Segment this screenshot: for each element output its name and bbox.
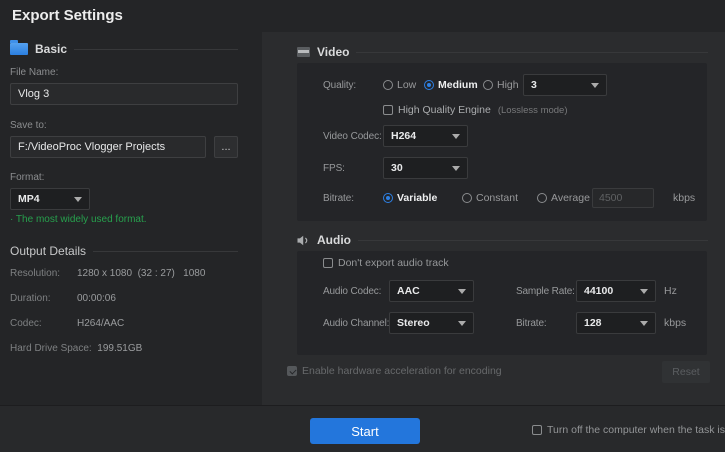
quality-radio-low[interactable]: Low [383,79,416,91]
video-group-box: Quality: Low Medium High 3 [297,63,707,221]
audio-bitrate-label: Bitrate: [516,318,576,329]
settings-panel: Video Quality: Low Medium High [262,32,725,405]
detail-row-resolution: Resolution: 1280 x 1080 (32 : 27) 1080 [10,268,238,279]
chevron-down-icon [458,289,466,294]
audio-channel-row: Audio Channel: Stereo Bitrate: 128 kbps [323,312,699,334]
fps-label: FPS: [323,163,383,174]
radio-icon [483,80,493,90]
checkbox-checked-icon [287,366,297,376]
chevron-down-icon [640,321,648,326]
chevron-down-icon [74,197,82,202]
bitrate-label: Bitrate: [323,193,383,204]
hw-accel-checkbox[interactable]: Enable hardware acceleration for encodin… [287,365,502,377]
chevron-down-icon [458,321,466,326]
quality-level-select[interactable]: 3 [523,74,607,96]
detail-row-hard-drive-space: Hard Drive Space: 199.51GB [10,343,238,354]
audio-section-title: Audio [317,233,351,247]
page-title: Export Settings [12,7,123,24]
radio-icon [424,80,434,90]
audio-channel-label: Audio Channel: [323,318,389,329]
audio-channel-select[interactable]: Stereo [389,312,474,334]
fps-select[interactable]: 30 [383,157,468,179]
save-to-row: ... [10,136,238,158]
detail-row-duration: Duration: 00:00:06 [10,293,238,304]
export-settings-dialog: Export Settings Basic File Name: Save to… [0,0,725,452]
section-divider [358,240,708,241]
audio-codec-row: Audio Codec: AAC Sample Rate: 44100 Hz [323,280,699,302]
speaker-icon [297,235,310,246]
section-divider [74,49,238,50]
format-hint: · The most widely used format. [10,214,238,225]
save-to-label: Save to: [10,120,238,131]
audio-bitrate-unit: kbps [664,317,686,329]
sample-rate-select[interactable]: 44100 [576,280,656,302]
video-icon [297,47,310,57]
video-codec-row: Video Codec: H264 [323,125,699,147]
radio-icon [537,193,547,203]
hq-engine-row: High Quality Engine (Lossless mode) [383,103,699,117]
video-section-title: Video [317,45,349,59]
file-name-label: File Name: [10,67,238,78]
checkbox-icon [323,258,333,268]
bitrate-radio-constant[interactable]: Constant [462,192,518,204]
audio-group-box: Don't export audio track Audio Codec: AA… [297,251,707,355]
folder-icon [10,43,28,55]
basic-section-header: Basic [10,42,238,56]
output-details-list: Resolution: 1280 x 1080 (32 : 27) 1080 D… [10,268,238,368]
quality-radio-medium[interactable]: Medium [424,79,478,91]
bitrate-unit: kbps [673,192,695,204]
bitrate-radio-average[interactable]: Average [537,192,590,204]
dont-export-row: Don't export audio track [323,255,699,271]
start-button[interactable]: Start [310,418,420,444]
bottom-bar: Start Turn off the computer when the tas… [0,405,725,452]
chevron-down-icon [591,83,599,88]
bitrate-radio-variable[interactable]: Variable [383,192,437,204]
section-divider [93,251,238,252]
output-details-header: Output Details [10,244,238,258]
audio-codec-label: Audio Codec: [323,286,389,297]
fps-row: FPS: 30 [323,157,699,179]
radio-icon [383,80,393,90]
video-codec-label: Video Codec: [323,131,383,142]
radio-icon [383,193,393,203]
sample-rate-label: Sample Rate: [516,286,576,297]
format-label: Format: [10,172,238,183]
shutdown-checkbox[interactable]: Turn off the computer when the task is f… [532,424,725,436]
audio-codec-select[interactable]: AAC [389,280,474,302]
save-to-input[interactable] [10,136,206,158]
section-divider [356,52,708,53]
radio-icon [462,193,472,203]
audio-section-header: Audio [297,233,708,247]
chevron-down-icon [452,134,460,139]
quality-radio-high[interactable]: High [483,79,519,91]
bitrate-value-input[interactable] [592,188,654,208]
checkbox-icon [383,105,393,115]
file-name-input[interactable] [10,83,238,105]
video-codec-select[interactable]: H264 [383,125,468,147]
format-value: MP4 [18,193,40,205]
quality-row: Quality: Low Medium High 3 [323,74,699,96]
basic-section-title: Basic [35,42,67,56]
quality-label: Quality: [323,80,383,91]
checkbox-icon [532,425,542,435]
dont-export-audio-checkbox[interactable]: Don't export audio track [323,257,449,269]
chevron-down-icon [452,166,460,171]
sample-rate-unit: Hz [664,285,677,297]
detail-row-codec: Codec: H264/AAC [10,318,238,329]
format-select[interactable]: MP4 [10,188,90,210]
hq-engine-checkbox[interactable]: High Quality Engine (Lossless mode) [383,104,568,116]
chevron-down-icon [640,289,648,294]
output-details-title: Output Details [10,244,86,258]
browse-button[interactable]: ... [214,136,238,158]
bitrate-row: Bitrate: Variable Constant Average kbps [323,187,699,209]
audio-bitrate-select[interactable]: 128 [576,312,656,334]
reset-button[interactable]: Reset [662,361,710,383]
video-section-header: Video [297,45,708,59]
